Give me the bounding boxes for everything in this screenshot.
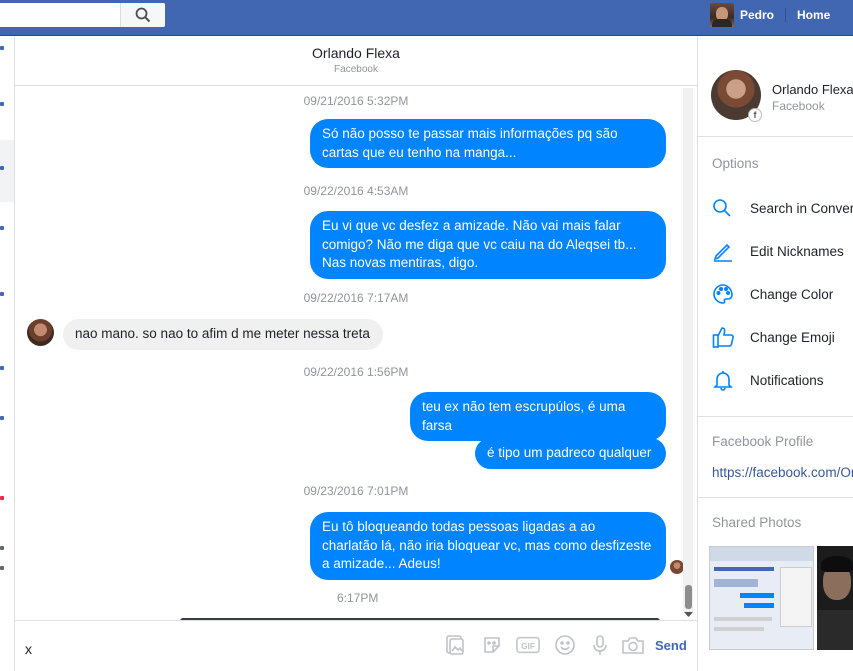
sticker-button[interactable] <box>443 633 467 657</box>
message-bubble-outgoing[interactable]: Eu tô bloqueando todas pessoas ligadas a… <box>310 512 666 580</box>
section-divider <box>698 136 853 137</box>
section-divider <box>698 497 853 498</box>
left-nav-icon[interactable] <box>0 496 4 500</box>
left-nav-icon[interactable] <box>0 46 4 50</box>
shared-photo-thumbnail[interactable] <box>817 546 853 650</box>
conversation-subtitle: Facebook <box>334 64 378 75</box>
sticker-face-button[interactable] <box>480 633 504 657</box>
voice-clip-button[interactable] <box>588 633 612 657</box>
message-timestamp: 6:17PM <box>337 591 379 605</box>
message-bubble-outgoing[interactable]: Eu vi que vc desfez a amizade. Não vai m… <box>310 211 666 279</box>
sticker-icon <box>484 637 500 653</box>
left-nav-icon[interactable] <box>0 292 4 296</box>
gif-icon: GIF <box>516 636 540 654</box>
message-scrollbar-thumb[interactable] <box>685 585 692 609</box>
option-label: Change Emoji <box>750 329 835 345</box>
facebook-profile-label: Facebook Profile <box>712 434 814 449</box>
conversation-title[interactable]: Orlando Flexa <box>15 45 697 61</box>
send-button[interactable]: Send <box>655 638 687 653</box>
left-nav-icon[interactable] <box>0 366 4 370</box>
left-nav-icon[interactable] <box>0 102 4 106</box>
palette-icon <box>713 284 733 304</box>
left-sidebar <box>0 36 15 671</box>
photo-sticker-icon <box>446 635 464 655</box>
message-composer: GIF Send <box>15 620 697 671</box>
user-name[interactable]: Pedro <box>740 8 774 22</box>
thumbs-up-icon <box>712 327 734 348</box>
left-sidebar-highlight <box>0 140 14 202</box>
facebook-profile-link[interactable]: https://facebook.com/Orlando <box>712 465 853 480</box>
option-change-color[interactable]: Change Color <box>712 282 833 306</box>
camera-icon <box>622 637 644 654</box>
emoji-button[interactable] <box>553 633 577 657</box>
message-bubble-outgoing[interactable]: teu ex não tem escrupúlos, é uma farsa <box>410 392 666 441</box>
option-label: Notifications <box>750 372 824 388</box>
option-label: Change Color <box>750 286 834 302</box>
smiley-icon <box>555 635 575 655</box>
contact-profile-source: Facebook <box>772 99 825 113</box>
scroll-down-arrow-icon[interactable] <box>684 612 693 618</box>
user-avatar[interactable] <box>710 3 734 27</box>
search-icon <box>135 7 151 23</box>
message-timestamp: 09/22/2016 4:53AM <box>303 184 409 198</box>
conversation-header: Orlando Flexa Facebook <box>15 36 697 86</box>
home-link[interactable]: Home <box>797 8 830 22</box>
contact-avatar[interactable] <box>27 319 54 346</box>
user-profile-link[interactable]: Pedro Home <box>710 3 830 27</box>
message-list[interactable]: 09/21/2016 5:32PM Só não posso te passar… <box>15 87 697 620</box>
nav-divider <box>785 8 787 22</box>
conversation-details-panel: f Orlando Flexa Facebook Options Search … <box>697 36 853 671</box>
message-timestamp: 09/22/2016 1:56PM <box>303 365 409 379</box>
option-search-in-conversation[interactable]: Search in Conversation <box>712 196 853 220</box>
microphone-icon <box>593 635 607 655</box>
message-timestamp: 09/21/2016 5:32PM <box>303 94 409 108</box>
message-scrollbar[interactable] <box>683 88 693 612</box>
left-nav-icon[interactable] <box>0 226 4 230</box>
facebook-badge-icon: f <box>748 108 762 122</box>
gif-button[interactable]: GIF <box>516 633 540 657</box>
left-nav-icon[interactable] <box>0 566 4 570</box>
option-notifications[interactable]: Notifications <box>712 368 824 392</box>
camera-button[interactable] <box>621 633 645 657</box>
bell-icon <box>713 371 733 391</box>
top-navigation-bar: Pedro Home <box>0 0 853 36</box>
left-nav-icon[interactable] <box>0 546 4 550</box>
search-button[interactable] <box>120 3 165 27</box>
pencil-icon <box>713 243 732 262</box>
message-input[interactable] <box>25 639 425 659</box>
message-timestamp: 09/22/2016 7:17AM <box>303 291 409 305</box>
contact-profile-name[interactable]: Orlando Flexa <box>772 82 853 97</box>
shared-photo-thumbnail[interactable] <box>709 546 814 650</box>
option-label: Search in Conversation <box>750 200 853 216</box>
message-timestamp: 09/23/2016 7:01PM <box>303 484 409 498</box>
section-divider <box>698 416 853 417</box>
message-bubble-outgoing[interactable]: é tipo um padreco qualquer <box>475 438 666 469</box>
svg-text:GIF: GIF <box>521 641 535 651</box>
options-label: Options <box>712 156 759 171</box>
message-bubble-incoming[interactable]: nao mano. so nao to afim d me meter ness… <box>63 319 383 350</box>
option-label: Edit Nicknames <box>750 243 844 259</box>
message-bubble-outgoing[interactable]: Só não posso te passar mais informações … <box>310 119 666 168</box>
shared-photos-label: Shared Photos <box>712 515 802 530</box>
option-change-emoji[interactable]: Change Emoji <box>712 325 835 349</box>
search-input[interactable] <box>6 6 114 24</box>
left-nav-icon[interactable] <box>0 166 4 170</box>
option-edit-nicknames[interactable]: Edit Nicknames <box>712 239 844 263</box>
read-receipt-avatar <box>670 560 684 574</box>
search-icon <box>713 199 731 217</box>
left-nav-icon[interactable] <box>0 416 4 420</box>
